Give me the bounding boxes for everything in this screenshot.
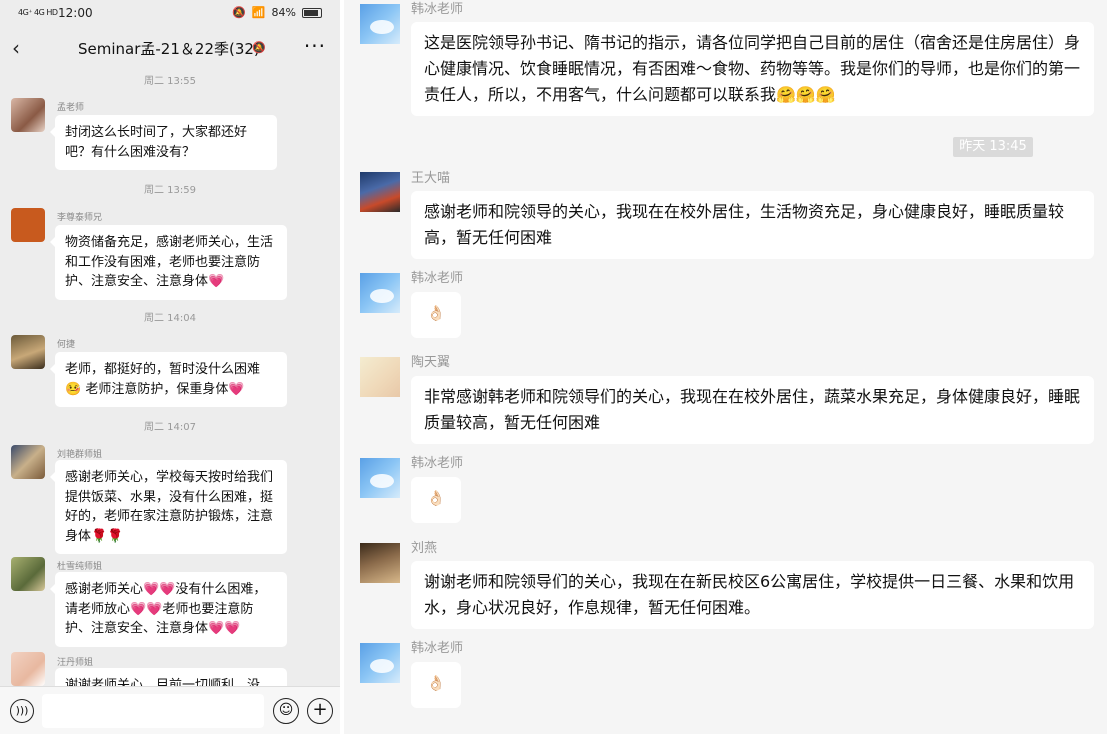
message-bubble[interactable]: 👌🏻 xyxy=(411,662,461,708)
message-bubble[interactable]: 非常感谢韩老师和院领导们的关心，我现在在校外居住，蔬菜水果充足，身体健康良好，睡… xyxy=(411,376,1094,444)
status-bar: 4G⁺ 4G HD 12:00 🔕 📶 84% xyxy=(0,0,340,28)
chevron-left-icon[interactable]: ‹ xyxy=(12,36,20,60)
avatar[interactable] xyxy=(360,543,400,583)
sender-name: 王大喵 xyxy=(411,171,451,186)
avatar[interactable] xyxy=(11,557,45,591)
sender-name: 汪丹师姐 xyxy=(57,658,94,668)
sender-name: 李尊泰师兄 xyxy=(57,213,103,223)
input-bar: ))) ☺ + xyxy=(0,686,340,734)
sender-name: 何捷 xyxy=(57,340,76,350)
avatar[interactable] xyxy=(11,208,45,242)
mute-icon: 🔕 xyxy=(252,41,266,54)
message-bubble[interactable]: 老师，都挺好的，暂时没什么困难 🤒 老师注意防护，保重身体💗 xyxy=(50,352,287,407)
wifi-icon: 📶 xyxy=(251,6,266,19)
avatar[interactable] xyxy=(360,172,400,212)
message-bubble[interactable]: 物资储备充足，感谢老师关心，生活和工作没有困难，老师也要注意防护、注意安全、注意… xyxy=(50,225,287,300)
phone-chat-panel: 4G⁺ 4G HD 12:00 🔕 📶 84% ‹ Seminar孟-21＆22… xyxy=(0,0,340,734)
chat-title: Seminar孟-21＆22季(32) xyxy=(78,40,260,58)
sender-name: 韩冰老师 xyxy=(411,456,464,471)
avatar[interactable] xyxy=(360,458,400,498)
battery-icon xyxy=(302,7,322,18)
sender-name: 孟老师 xyxy=(57,103,85,113)
message-bubble[interactable]: 感谢老师关心💗💗没有什么困难，请老师放心💗💗老师也要注意防护、注意安全、注意身体… xyxy=(50,572,287,647)
status-right: 🔕 📶 84% xyxy=(232,6,322,19)
signal-icon: 4G⁺ 4G HD xyxy=(18,8,58,17)
message-input[interactable] xyxy=(42,694,264,728)
more-dots-icon[interactable]: ··· xyxy=(304,34,326,58)
sender-name: 刘艳群师姐 xyxy=(57,450,103,460)
message-bubble[interactable]: 封闭这么长时间了，大家都还好吧？有什么困难没有？ xyxy=(50,115,277,170)
timestamp: 昨天 13:45 xyxy=(953,137,1033,157)
avatar[interactable] xyxy=(11,98,45,132)
avatar[interactable] xyxy=(360,357,400,397)
avatar[interactable] xyxy=(11,652,45,686)
message-bubble[interactable]: 这是医院领导孙书记、隋书记的指示，请各位同学把自己目前的居住（宿舍还是住房居住）… xyxy=(411,22,1094,116)
sender-name: 韩冰老师 xyxy=(411,271,464,286)
avatar[interactable] xyxy=(360,4,400,44)
sender-name: 韩冰老师 xyxy=(411,2,464,17)
desktop-chat-panel: 韩冰老师 这是医院领导孙书记、隋书记的指示，请各位同学把自己目前的居住（宿舍还是… xyxy=(344,0,1107,734)
timestamp: 周二 14:04 xyxy=(144,313,196,324)
message-bubble[interactable]: 谢谢老师和院领导们的关心，我现在在新民校区6公寓居住，学校提供一日三餐、水果和饮… xyxy=(411,561,1094,629)
message-bubble[interactable]: 感谢老师和院领导的关心，我现在在校外居住，生活物资充足，身心健康良好，睡眠质量较… xyxy=(411,191,1094,259)
timestamp: 周二 13:59 xyxy=(144,185,196,196)
sender-name: 刘燕 xyxy=(411,541,438,556)
status-time: 12:00 xyxy=(58,6,93,20)
battery-percent: 84% xyxy=(271,6,296,19)
message-bubble[interactable]: 感谢老师关心，学校每天按时给我们提供饭菜、水果，没有什么困难，挺好的，老师在家注… xyxy=(50,460,287,554)
avatar[interactable] xyxy=(11,335,45,369)
plus-icon[interactable]: + xyxy=(307,698,333,724)
sender-name: 陶天翼 xyxy=(411,355,451,370)
sender-name: 杜雪纯师姐 xyxy=(57,562,103,572)
emoji-icon[interactable]: ☺ xyxy=(273,698,299,724)
message-bubble[interactable]: 👌🏻 xyxy=(411,292,461,338)
timestamp: 周二 14:07 xyxy=(144,422,196,433)
avatar[interactable] xyxy=(360,273,400,313)
sender-name: 韩冰老师 xyxy=(411,641,464,656)
avatar[interactable] xyxy=(360,643,400,683)
chat-header: ‹ Seminar孟-21＆22季(32) 🔕 ··· xyxy=(0,28,340,68)
mute-status-icon: 🔕 xyxy=(232,6,246,19)
message-bubble[interactable]: 👌🏻 xyxy=(411,477,461,523)
avatar[interactable] xyxy=(11,445,45,479)
timestamp: 周二 13:55 xyxy=(144,76,196,87)
voice-icon[interactable]: ))) xyxy=(10,699,34,723)
